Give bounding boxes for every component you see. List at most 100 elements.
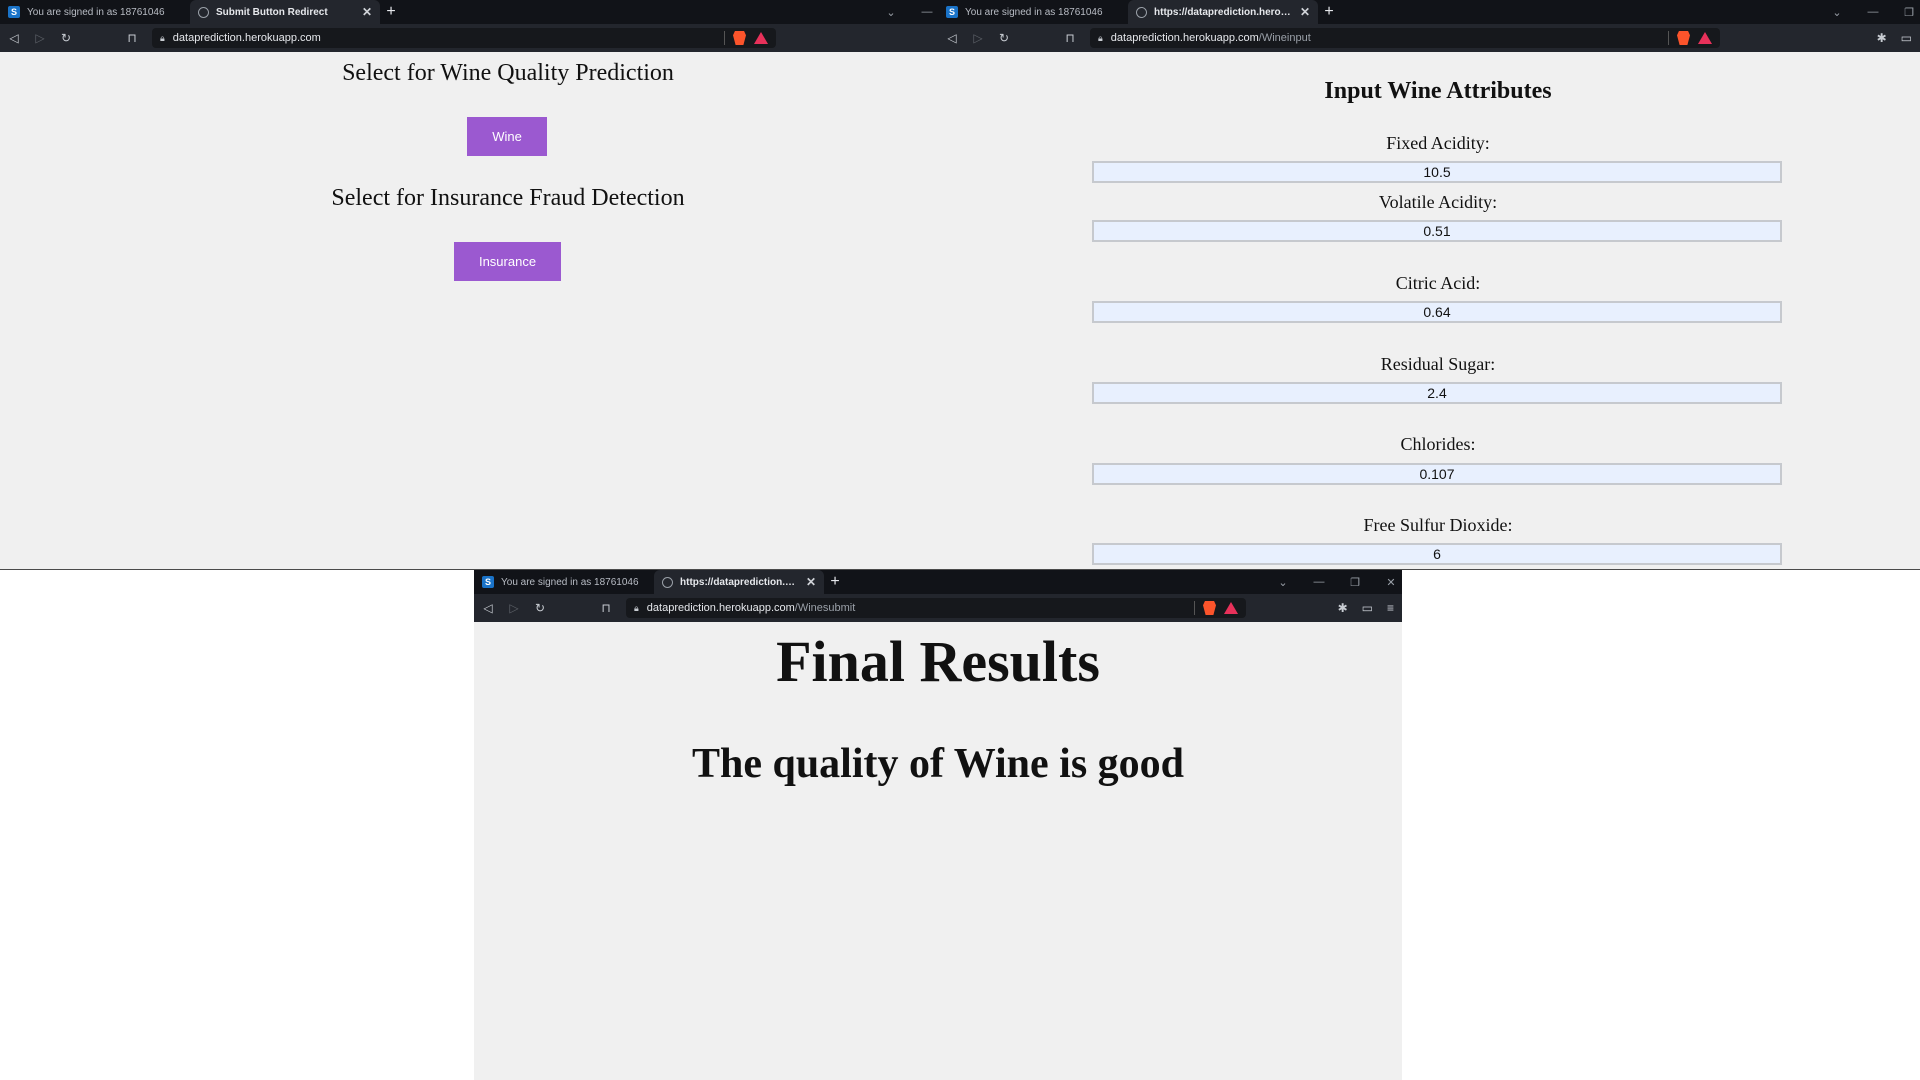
tab-title: https://dataprediction.herokuapp [680,576,800,588]
wallet-icon[interactable]: ▭ [1901,31,1912,45]
globe-icon [198,6,209,18]
extension-buttons: ✱ ▭ ≡ [1338,601,1394,615]
fixed-acidity-input[interactable]: 10.5 [1092,161,1782,183]
tab-title: Submit Button Redirect [216,6,328,18]
reload-icon[interactable]: ↻ [998,31,1010,45]
bookmark-icon[interactable]: ⊓ [126,31,138,45]
field-label: Free Sulfur Dioxide: [1363,515,1513,535]
address-bar[interactable]: 🔒︎ dataprediction.herokuapp.com [152,28,776,48]
extensions-icon[interactable]: ✱ [1877,31,1887,45]
extension-buttons: ✱ ▭ [1877,31,1912,45]
tab-strip: S You are signed in as 18761046 https://… [938,0,1920,24]
brave-shields-icon[interactable] [1203,601,1216,615]
volatile-acidity-input[interactable]: 0.51 [1092,220,1782,242]
tab-title: You are signed in as 18761046 [27,6,165,18]
tab-signed-in[interactable]: S You are signed in as 18761046 [938,0,1128,24]
browser-window-final-results: S You are signed in as 18761046 https://… [474,570,1402,1080]
globe-icon [662,576,673,588]
chevron-down-icon[interactable]: ⌄ [884,6,898,19]
globe-icon [1136,6,1147,18]
tab-signed-in[interactable]: S You are signed in as 18761046 [0,0,190,24]
page-title: Input Wine Attributes [1324,78,1552,104]
chevron-down-icon[interactable]: ⌄ [1276,576,1290,589]
tab-final-results[interactable]: https://dataprediction.herokuapp ✕ [654,570,824,594]
reload-icon[interactable]: ↻ [60,31,72,45]
window-controls: ⌄ — [884,0,934,24]
tab-title: https://dataprediction.herokuapp [1154,6,1294,18]
url-path: /Winesubmit [794,602,856,614]
forward-icon[interactable]: ▷ [34,31,46,45]
tab-strip: S You are signed in as 18761046 https://… [474,570,1402,594]
close-tab-icon[interactable]: ✕ [362,5,372,19]
tab-title: You are signed in as 18761046 [965,6,1103,18]
brave-rewards-icon[interactable] [754,32,768,44]
extensions-icon[interactable]: ✱ [1338,601,1348,615]
reload-icon[interactable]: ↻ [534,601,546,615]
minimize-button[interactable]: — [1312,576,1326,588]
tab-strip: S You are signed in as 18761046 Submit B… [0,0,938,24]
lock-icon: 🔒︎ [160,32,165,43]
url-host: dataprediction.herokuapp.com [172,32,321,44]
lock-icon: 🔒︎ [1098,32,1103,43]
new-tab-button[interactable]: + [824,570,846,594]
insurance-heading: Select for Insurance Fraud Detection [331,185,685,211]
url-host: dataprediction.herokuapp.com [1110,32,1259,44]
brave-shields-icon[interactable] [1677,31,1690,45]
url-host: dataprediction.herokuapp.com [646,602,795,614]
brave-shields-icon[interactable] [733,31,746,45]
s-logo-icon: S [8,6,20,18]
brave-rewards-icon[interactable] [1698,32,1712,44]
address-bar[interactable]: 🔒︎ dataprediction.herokuapp.com/Wineinpu… [1090,28,1720,48]
tab-submit-button-redirect[interactable]: Submit Button Redirect ✕ [190,0,380,24]
field-label: Volatile Acidity: [1378,192,1498,212]
lock-icon: 🔒︎ [634,602,639,613]
s-logo-icon: S [946,6,958,18]
field-label: Citric Acid: [1395,273,1481,293]
page-title: Final Results [776,629,1100,694]
chlorides-input[interactable]: 0.107 [1092,463,1782,485]
tab-signed-in[interactable]: S You are signed in as 18761046 [474,570,654,594]
forward-icon[interactable]: ▷ [972,31,984,45]
window-controls: ⌄ — ❐ ✕ [1276,570,1398,594]
browser-window-wine-input: S You are signed in as 18761046 https://… [938,0,1920,569]
restore-button[interactable]: ❐ [1902,6,1916,19]
field-label: Residual Sugar: [1380,354,1496,374]
back-icon[interactable]: ◁ [482,601,494,615]
browser-toolbar: ◁ ▷ ↻ ⊓ 🔒︎ dataprediction.herokuapp.com /… [938,24,1920,52]
close-tab-icon[interactable]: ✕ [1300,5,1310,19]
window-controls: ⌄ — ❐ [1830,0,1916,24]
free-sulfur-dioxide-input[interactable]: 6 [1092,543,1782,565]
field-label: Fixed Acidity: [1386,133,1490,153]
back-icon[interactable]: ◁ [946,31,958,45]
browser-toolbar: ◁ ▷ ↻ ⊓ 🔒︎ dataprediction.herokuapp.com [0,24,938,52]
tab-wine-input[interactable]: https://dataprediction.herokuapp ✕ [1128,0,1318,24]
browser-window-home: S You are signed in as 18761046 Submit B… [0,0,938,569]
s-logo-icon: S [482,576,494,588]
wallet-icon[interactable]: ▭ [1362,601,1373,615]
minimize-button[interactable]: — [920,6,934,18]
brave-rewards-icon[interactable] [1224,602,1238,614]
browser-toolbar: ◁ ▷ ↻ ⊓ 🔒︎ dataprediction.herokuapp.com /… [474,594,1402,622]
citric-acid-input[interactable]: 0.64 [1092,301,1782,323]
address-bar[interactable]: 🔒︎ dataprediction.herokuapp.com/Winesubm… [626,598,1246,618]
tab-title: You are signed in as 18761046 [501,576,639,588]
residual-sugar-input[interactable]: 2.4 [1092,382,1782,404]
wine-button[interactable]: Wine [467,117,547,156]
insurance-button[interactable]: Insurance [454,242,561,281]
menu-icon[interactable]: ≡ [1387,601,1394,615]
new-tab-button[interactable]: + [380,0,402,24]
wine-heading: Select for Wine Quality Prediction [342,60,674,86]
restore-button[interactable]: ❐ [1348,576,1362,589]
minimize-button[interactable]: — [1866,6,1880,18]
chevron-down-icon[interactable]: ⌄ [1830,6,1844,19]
url-path: /Wineinput [1258,32,1311,44]
close-window-button[interactable]: ✕ [1384,576,1398,589]
close-tab-icon[interactable]: ✕ [806,575,816,589]
forward-icon[interactable]: ▷ [508,601,520,615]
field-label: Chlorides: [1400,434,1476,454]
bookmark-icon[interactable]: ⊓ [1064,31,1076,45]
result-text: The quality of Wine is good [691,741,1185,787]
bookmark-icon[interactable]: ⊓ [600,601,612,615]
new-tab-button[interactable]: + [1318,0,1340,24]
back-icon[interactable]: ◁ [8,31,20,45]
